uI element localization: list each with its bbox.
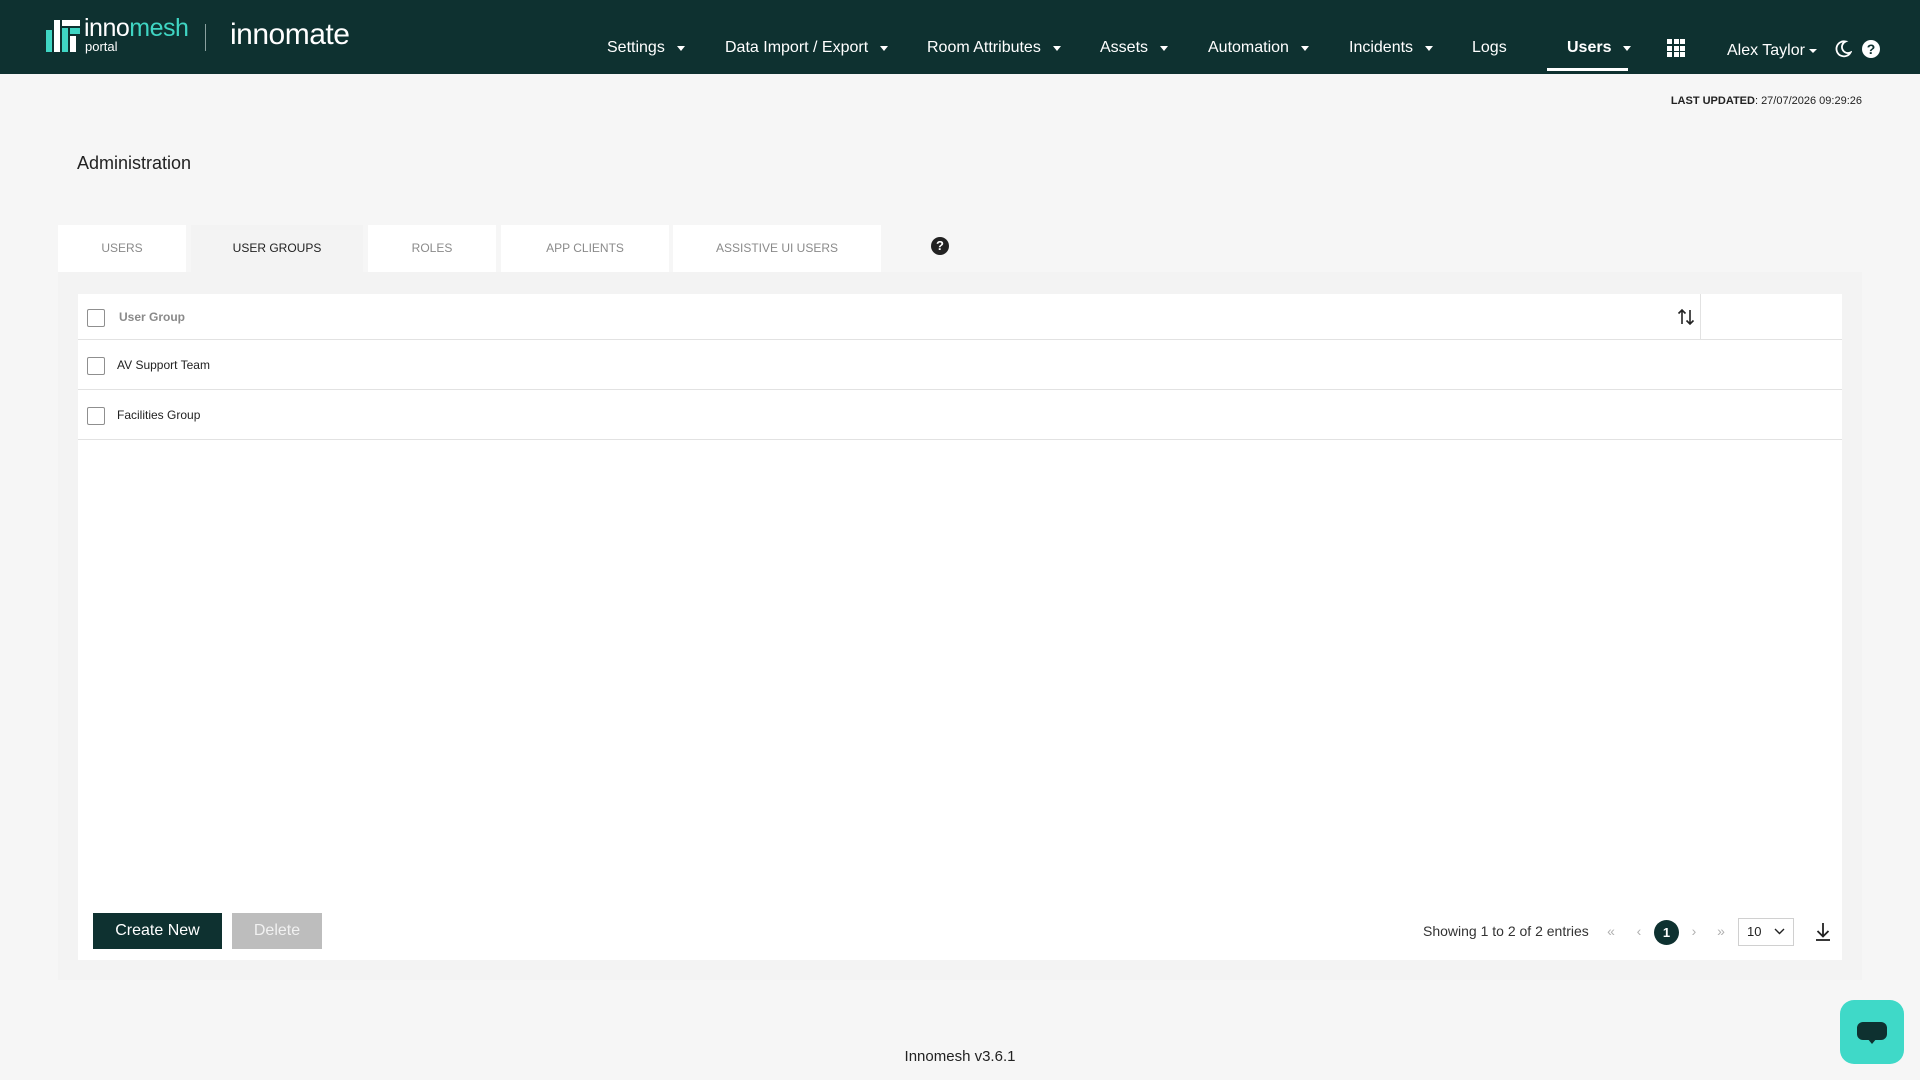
brand-name-part1: inno — [84, 14, 130, 42]
nav-item-automation[interactable]: Automation — [1208, 38, 1309, 58]
row-user-group-name: AV Support Team — [117, 358, 210, 372]
current-page-button[interactable]: 1 — [1654, 920, 1679, 945]
user-menu[interactable]: Alex Taylor — [1727, 41, 1817, 61]
page-title: Administration — [77, 153, 192, 173]
chat-icon-tail — [1867, 1038, 1877, 1044]
caret-down-icon — [880, 45, 889, 51]
select-all-checkbox[interactable] — [87, 309, 105, 327]
brand-name-part2: mesh — [129, 14, 189, 42]
nav-item-label: Automation — [1208, 39, 1289, 56]
table-header: User Group — [78, 294, 1842, 340]
innomesh-logo-icon[interactable] — [46, 20, 80, 52]
user-groups-card: User Group AV Support Team Facilities Gr… — [78, 294, 1842, 960]
caret-down-icon — [1052, 45, 1061, 51]
grid-icon[interactable] — [1667, 39, 1685, 57]
nav-item-data-import-export[interactable]: Data Import / Export — [725, 38, 889, 58]
tab-users[interactable]: USERS — [58, 225, 186, 272]
last-page-button[interactable]: » — [1713, 921, 1729, 941]
logo-divider — [205, 24, 206, 51]
nav-active-indicator — [1547, 68, 1628, 71]
tab-app-clients[interactable]: APP CLIENTS — [501, 225, 669, 272]
user-name: Alex Taylor — [1727, 42, 1805, 59]
nav-item-label: Logs — [1472, 39, 1507, 56]
nav-item-label: Room Attributes — [927, 39, 1041, 56]
row-checkbox[interactable] — [87, 357, 105, 375]
nav-item-label: Assets — [1100, 39, 1149, 56]
caret-down-icon — [1300, 45, 1309, 51]
sort-icon[interactable] — [1675, 306, 1697, 328]
chat-button[interactable] — [1840, 1000, 1904, 1064]
column-divider — [1700, 294, 1701, 340]
page-size-select[interactable]: 10 — [1738, 918, 1794, 946]
nav-item-room-attributes[interactable]: Room Attributes — [927, 38, 1061, 58]
nav-item-label: Data Import / Export — [725, 39, 869, 56]
nav-item-label: Settings — [607, 39, 665, 56]
row-checkbox[interactable] — [87, 407, 105, 425]
last-updated-label: LAST UPDATED — [1670, 95, 1755, 107]
chevron-down-icon — [1774, 928, 1785, 935]
top-navbar: innomesh portal innomate Settings Data I… — [0, 0, 1920, 74]
tab-assistive-ui-users[interactable]: ASSISTIVE UI USERS — [673, 225, 881, 272]
user-groups-panel: User Group AV Support Team Facilities Gr… — [58, 272, 1862, 980]
create-new-button[interactable]: Create New — [93, 913, 222, 949]
last-updated: LAST UPDATED: 27/07/2026 09:29:26 — [1671, 94, 1862, 108]
nav-item-logs[interactable]: Logs — [1472, 38, 1507, 58]
caret-down-icon — [1623, 45, 1632, 51]
caret-down-icon — [676, 45, 685, 51]
page-size-value: 10 — [1747, 924, 1762, 939]
help-icon[interactable]: ? — [931, 237, 949, 255]
nav-item-label: Incidents — [1349, 39, 1414, 56]
app-version: Innomesh v3.6.1 — [904, 1048, 1016, 1065]
brand-name[interactable]: innomesh — [84, 14, 189, 42]
nav-item-incidents[interactable]: Incidents — [1349, 38, 1434, 58]
nav-item-label: Users — [1567, 39, 1612, 56]
app-name[interactable]: innomate — [230, 20, 350, 50]
caret-down-icon — [1425, 45, 1434, 51]
nav-item-users[interactable]: Users — [1567, 38, 1632, 58]
first-page-button[interactable]: « — [1603, 921, 1619, 941]
table-row[interactable]: Facilities Group — [78, 390, 1842, 440]
pagination-summary: Showing 1 to 2 of 2 entries — [1423, 923, 1589, 939]
last-updated-value: : 27/07/2026 09:29:26 — [1754, 95, 1862, 107]
tab-user-groups[interactable]: USER GROUPS — [191, 225, 363, 272]
table-row[interactable]: AV Support Team — [78, 340, 1842, 390]
prev-page-button[interactable]: ‹ — [1631, 921, 1647, 941]
delete-button[interactable]: Delete — [232, 913, 322, 949]
nav-item-settings[interactable]: Settings — [607, 38, 685, 58]
next-page-button[interactable]: › — [1686, 921, 1702, 941]
tab-roles[interactable]: ROLES — [368, 225, 496, 272]
help-icon[interactable]: ? — [1862, 40, 1880, 58]
caret-down-icon — [1808, 49, 1817, 53]
row-user-group-name: Facilities Group — [117, 408, 201, 422]
moon-icon[interactable] — [1834, 40, 1852, 58]
download-icon[interactable] — [1813, 920, 1833, 944]
brand-subtitle: portal — [85, 39, 118, 54]
caret-down-icon — [1160, 45, 1169, 51]
column-header-user-group[interactable]: User Group — [119, 310, 185, 324]
nav-item-assets[interactable]: Assets — [1100, 38, 1169, 58]
